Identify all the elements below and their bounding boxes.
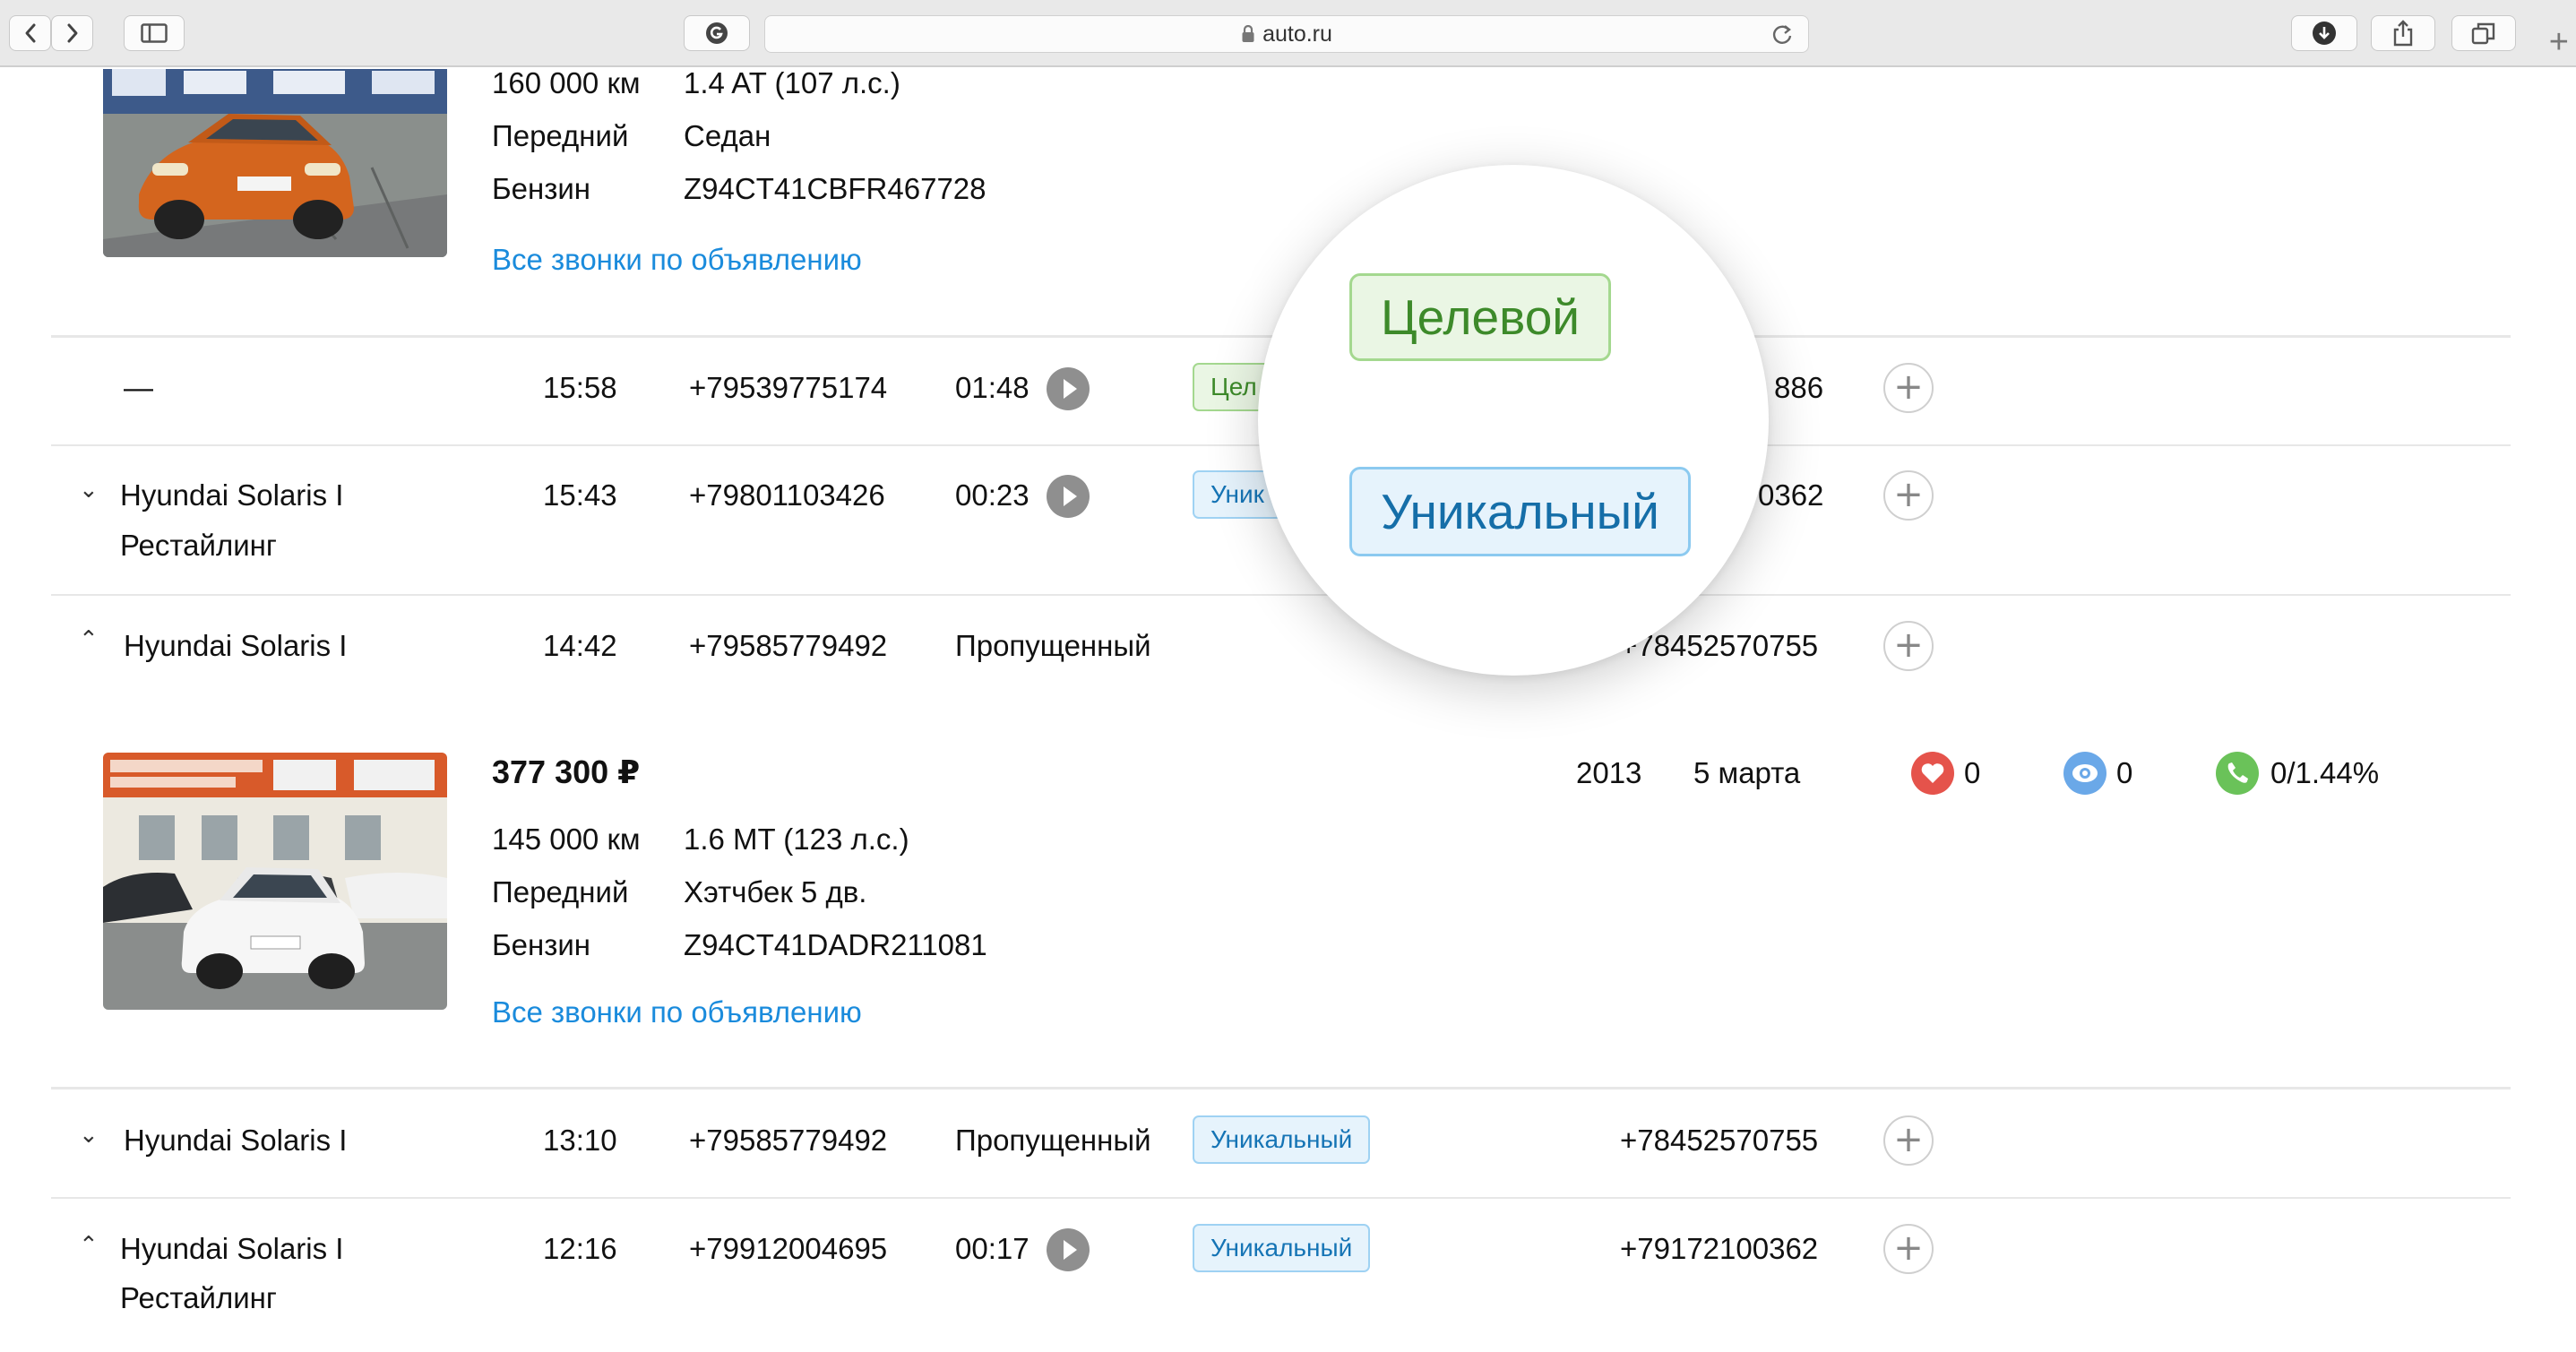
- likes-count: 0: [1964, 756, 1981, 789]
- listing-vin: Z94CT41DADR211081: [684, 928, 987, 961]
- site-button[interactable]: [684, 15, 750, 51]
- row-time: 15:58: [543, 371, 617, 404]
- play-icon[interactable]: [1047, 367, 1090, 410]
- row-destination: +79172100362: [1620, 1232, 1819, 1265]
- add-button[interactable]: +: [1883, 363, 1934, 413]
- listing-date: 5 марта: [1693, 756, 1801, 789]
- row-divider: [51, 1087, 2511, 1089]
- listing-fuel: Бензин: [492, 928, 591, 961]
- row-status: Пропущенный: [955, 1124, 1151, 1157]
- row-car-generation: Рестайлинг: [120, 529, 277, 562]
- row-time: 14:42: [543, 629, 617, 662]
- forward-button[interactable]: [51, 15, 93, 51]
- car-photo-white[interactable]: [103, 753, 447, 1010]
- listing-vin: Z94CT41CBFR467728: [684, 172, 986, 205]
- listing-price: 377 300 ₽: [492, 754, 641, 790]
- sidebar-icon: [141, 23, 168, 43]
- browser-toolbar: auto.ru +: [0, 0, 2576, 67]
- share-button[interactable]: [2371, 15, 2435, 51]
- row-phone: +79801103426: [689, 478, 885, 512]
- listing-year: 2013: [1576, 756, 1642, 789]
- row-status: Пропущенный: [955, 629, 1151, 662]
- calls-count: 0/1.44%: [2270, 756, 2380, 789]
- calls-list: 160 000 км 1.4 AT (107 л.с.) Передний Се…: [0, 69, 2576, 1352]
- row-duration: 01:48: [955, 371, 1030, 404]
- forward-icon: [67, 23, 77, 43]
- row-duration: 00:17: [955, 1232, 1030, 1265]
- row-car: —: [124, 371, 153, 404]
- back-icon: [25, 23, 35, 43]
- downloads-button[interactable]: [2291, 15, 2357, 51]
- chevron-down-icon[interactable]: ⌄: [79, 477, 99, 504]
- back-button[interactable]: [9, 15, 51, 51]
- magnified-target-tag: Целевой: [1349, 273, 1611, 361]
- add-button[interactable]: +: [1883, 621, 1934, 671]
- reload-icon[interactable]: [1770, 23, 1794, 47]
- row-car: Hyundai Solaris I: [120, 478, 344, 512]
- row-time: 12:16: [543, 1232, 617, 1265]
- listing-engine: 1.4 AT (107 л.с.): [684, 69, 900, 99]
- listing-body: Хэтчбек 5 дв.: [684, 875, 867, 909]
- car-photo-image: [103, 753, 447, 1010]
- tag-unique[interactable]: Уникальный: [1193, 1224, 1371, 1272]
- row-phone: +79539775174: [689, 371, 888, 404]
- play-icon[interactable]: [1047, 475, 1090, 518]
- car-photo-orange[interactable]: [103, 69, 447, 257]
- chevron-up-icon[interactable]: ⌃: [79, 626, 99, 653]
- listing-mileage: 160 000 км: [492, 69, 641, 99]
- listing-mileage: 145 000 км: [492, 822, 641, 856]
- download-icon: [2313, 22, 2336, 45]
- listing-body: Седан: [684, 119, 771, 152]
- listing-drive: Передний: [492, 875, 629, 909]
- phone-icon: [2216, 752, 2259, 795]
- car-photo-image: [103, 69, 447, 257]
- magnified-unique-tag: Уникальный: [1349, 467, 1691, 556]
- add-button[interactable]: +: [1883, 1224, 1934, 1274]
- row-car: Hyundai Solaris I: [124, 629, 348, 662]
- sidebar-button[interactable]: [124, 15, 185, 51]
- row-car: Hyundai Solaris I: [124, 1124, 348, 1157]
- row-destination: 886: [1774, 371, 1824, 404]
- row-time: 15:43: [543, 478, 617, 512]
- row-time: 13:10: [543, 1124, 617, 1157]
- play-icon[interactable]: [1047, 1228, 1090, 1271]
- listing-engine: 1.6 MT (123 л.с.): [684, 822, 909, 856]
- views-eye-icon: [2063, 752, 2106, 795]
- row-car: Hyundai Solaris I: [120, 1232, 344, 1265]
- site-favicon: [706, 22, 728, 44]
- row-divider: [51, 594, 2511, 596]
- tabs-icon: [2471, 22, 2495, 45]
- tag-magnifier: Целевой Уникальный: [1258, 165, 1769, 676]
- row-divider: [51, 1197, 2511, 1199]
- likes-heart-icon: [1911, 752, 1954, 795]
- listing-fuel: Бензин: [492, 172, 591, 205]
- all-calls-link[interactable]: Все звонки по объявлению: [492, 243, 862, 277]
- row-duration: 00:23: [955, 478, 1030, 512]
- chevron-down-icon[interactable]: ⌄: [79, 1122, 99, 1149]
- share-icon: [2393, 20, 2413, 47]
- row-phone: +79585779492: [689, 629, 888, 662]
- all-calls-link[interactable]: Все звонки по объявлению: [492, 995, 862, 1029]
- chevron-up-icon[interactable]: ⌃: [79, 1232, 99, 1259]
- add-button[interactable]: +: [1883, 470, 1934, 521]
- row-car-generation: Рестайлинг: [120, 1281, 277, 1314]
- listing-drive: Передний: [492, 119, 629, 152]
- new-tab-icon[interactable]: +: [2549, 25, 2569, 59]
- url-text: auto.ru: [1262, 21, 1332, 47]
- row-destination: +78452570755: [1620, 1124, 1819, 1157]
- tag-unique[interactable]: Уникальный: [1193, 1115, 1371, 1164]
- row-phone: +79912004695: [689, 1232, 888, 1265]
- tabs-button[interactable]: [2451, 15, 2516, 51]
- lock-icon: [1242, 25, 1254, 42]
- address-bar[interactable]: auto.ru: [764, 15, 1809, 53]
- row-destination: 0362: [1758, 478, 1824, 512]
- row-phone: +79585779492: [689, 1124, 888, 1157]
- views-count: 0: [2116, 756, 2133, 789]
- add-button[interactable]: +: [1883, 1115, 1934, 1166]
